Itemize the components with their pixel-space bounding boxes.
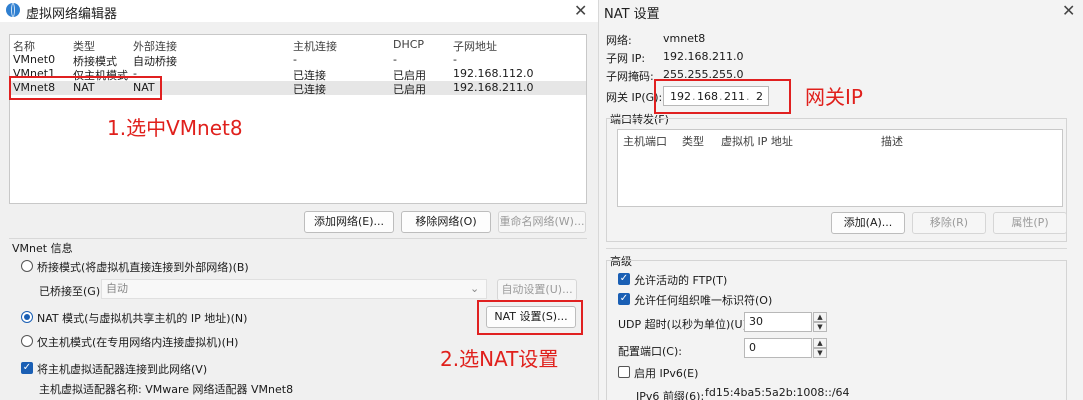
subnet-mask-label: 子网掩码: (606, 70, 654, 83)
udp-timeout-input[interactable]: 30 (744, 312, 812, 332)
close-icon[interactable]: ✕ (574, 1, 587, 20)
bridge-mode-radio[interactable] (21, 260, 33, 272)
rename-network-button[interactable]: 重命名网络(W)... (498, 211, 586, 233)
allow-oid-label: 允许任何组织唯一标识符(O) (634, 294, 773, 307)
host-only-label: 仅主机模式(在专用网络内连接虚拟机)(H) (37, 336, 239, 349)
chevron-down-icon: ⌄ (470, 282, 480, 295)
config-port-input[interactable]: 0 (744, 338, 812, 358)
pf-add-button[interactable]: 添加(A)... (831, 212, 905, 234)
port-spin-down-icon[interactable]: ▼ (813, 348, 827, 358)
auto-settings-button[interactable]: 自动设置(U)... (497, 279, 577, 301)
allow-ftp-checkbox[interactable]: ✓ (618, 273, 630, 285)
enable-ipv6-checkbox[interactable] (618, 366, 630, 378)
allow-oid-checkbox[interactable]: ✓ (618, 293, 630, 305)
col-header-subnet: 子网地址 (453, 40, 497, 53)
pf-header-type: 类型 (682, 135, 704, 148)
col-header-external: 外部连接 (133, 40, 177, 53)
window-title: NAT 设置 (604, 7, 660, 22)
col-header-type: 类型 (73, 40, 95, 53)
allow-ftp-label: 允许活动的 FTP(T) (634, 274, 728, 287)
globe-meridian-icon (11, 3, 15, 17)
ipv6-prefix-label: IPv6 前缀(6): (636, 390, 705, 400)
nat-settings-window: NAT 设置 ✕ 网络: vmnet8 子网 IP: 192.168.211.0… (598, 0, 1083, 400)
pf-properties-button[interactable]: 属性(P) (993, 212, 1067, 234)
port-spin-up-icon[interactable]: ▲ (813, 338, 827, 348)
connect-adapter-label: 将主机虚拟适配器连接到此网络(V) (37, 363, 208, 376)
annotation-gateway-ip: 网关IP (805, 85, 863, 109)
cell-subnet: 192.168.112.0 (453, 67, 534, 80)
cell-host: - (293, 53, 297, 66)
col-header-name: 名称 (13, 40, 35, 53)
adapter-name-label: 主机虚拟适配器名称: VMware 网络适配器 VMnet8 (39, 383, 294, 396)
title-bar: NAT 设置 ✕ (599, 0, 1083, 22)
cell-dhcp: - (393, 53, 397, 66)
cell-host: 已连接 (293, 83, 326, 96)
pf-header-description: 描述 (881, 135, 903, 148)
annotation-select-vmnet8: 1.选中VMnet8 (107, 116, 243, 140)
bridged-to-value: 自动 (106, 282, 128, 295)
cell-subnet: 192.168.211.0 (453, 81, 534, 94)
highlight-nat-settings-box (477, 300, 583, 335)
pf-header-host-port: 主机端口 (623, 135, 667, 148)
subnet-ip-label: 子网 IP: (606, 52, 646, 65)
udp-timeout-value: 30 (749, 315, 763, 328)
close-icon[interactable]: ✕ (1062, 1, 1075, 20)
highlight-gateway-box (654, 79, 791, 114)
annotation-select-nat-settings: 2.选NAT设置 (440, 347, 559, 371)
config-port-label: 配置端口(C): (618, 345, 682, 358)
cell-dhcp: 已启用 (393, 83, 426, 96)
virtual-network-editor-window: 虚拟网络编辑器 ✕ 名称 类型 外部连接 主机连接 DHCP 子网地址 VMne… (0, 0, 598, 400)
pf-header-vm-ip: 虚拟机 IP 地址 (721, 135, 793, 148)
add-network-button[interactable]: 添加网络(E)... (304, 211, 394, 233)
ipv6-prefix-value: fd15:4ba5:5a2b:1008::/64 (705, 386, 850, 399)
bridge-mode-label: 桥接模式(将虚拟机直接连接到外部网络)(B) (37, 261, 249, 274)
bridged-to-select[interactable]: 自动 ⌄ (101, 279, 487, 299)
network-value: vmnet8 (663, 32, 706, 45)
network-table[interactable]: 名称 类型 外部连接 主机连接 DHCP 子网地址 VMnet0 桥接模式 自动… (9, 34, 587, 204)
port-forwarding-table[interactable]: 主机端口 类型 虚拟机 IP 地址 描述 (617, 129, 1063, 207)
cell-external: 自动桥接 (133, 55, 177, 68)
connect-adapter-checkbox[interactable]: ✓ (21, 362, 33, 374)
nat-mode-label: NAT 模式(与虚拟机共享主机的 IP 地址)(N) (37, 312, 248, 325)
cell-subnet: - (453, 53, 457, 66)
udp-spin-down-icon[interactable]: ▼ (813, 322, 827, 332)
divider (606, 248, 1067, 249)
cell-name: VMnet0 (13, 53, 56, 66)
nat-mode-radio[interactable] (21, 311, 33, 323)
divider (9, 238, 587, 239)
pf-remove-button[interactable]: 移除(R) (912, 212, 986, 234)
title-bar: 虚拟网络编辑器 ✕ (0, 0, 598, 22)
enable-ipv6-label: 启用 IPv6(E) (634, 367, 699, 380)
bridged-to-label: 已桥接至(G): (39, 285, 104, 298)
config-port-value: 0 (749, 341, 756, 354)
subnet-ip-value: 192.168.211.0 (663, 50, 744, 63)
udp-spin-up-icon[interactable]: ▲ (813, 312, 827, 322)
col-header-host: 主机连接 (293, 40, 337, 53)
remove-network-button[interactable]: 移除网络(O) (401, 211, 491, 233)
network-label: 网络: (606, 34, 632, 47)
highlight-vmnet8-box (9, 76, 162, 100)
col-header-dhcp: DHCP (393, 38, 425, 51)
vmnet-info-label: VMnet 信息 (12, 242, 73, 255)
host-only-radio[interactable] (21, 335, 33, 347)
udp-timeout-label: UDP 超时(以秒为单位)(U): (618, 318, 751, 331)
window-title: 虚拟网络编辑器 (26, 7, 118, 22)
